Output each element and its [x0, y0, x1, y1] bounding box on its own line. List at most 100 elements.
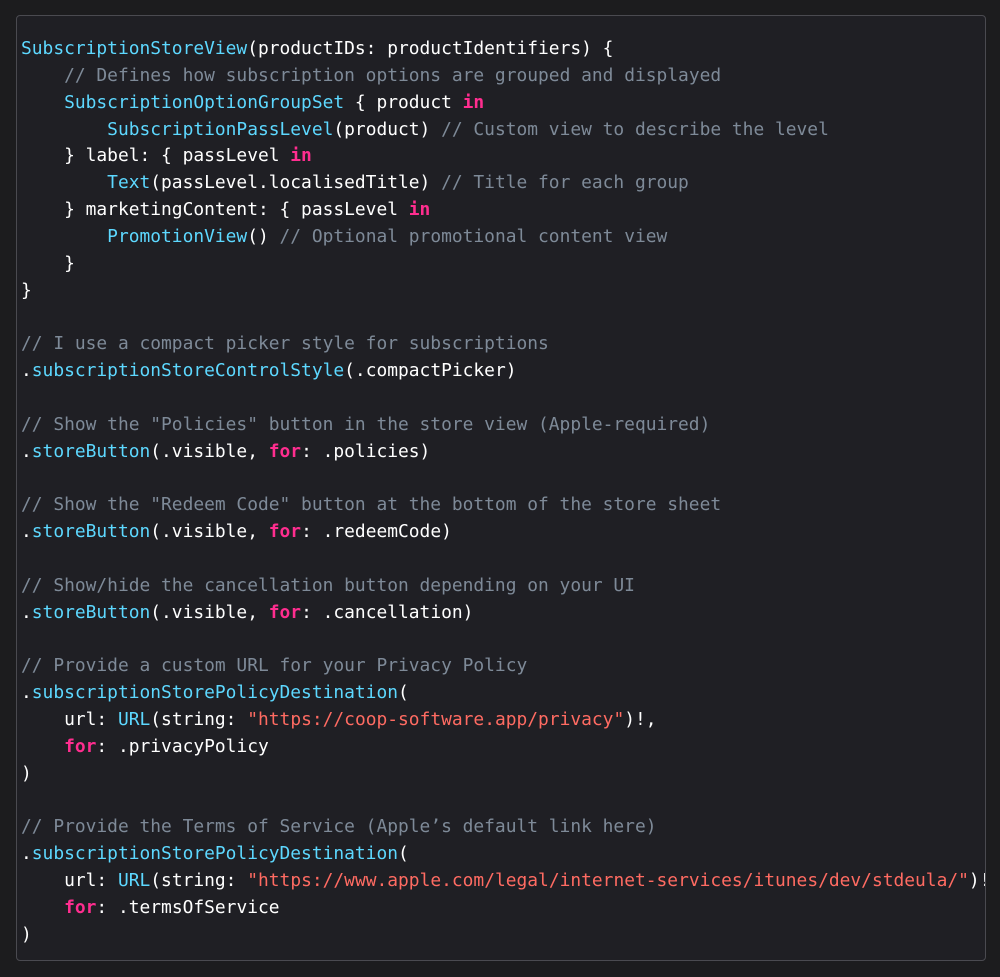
code-line: // Show the "Policies" button in the sto…: [21, 412, 985, 439]
code-text-segment: (.compactPicker): [344, 360, 517, 382]
function-name: subscriptionStoreControlStyle: [31, 360, 345, 382]
comment: // I use a compact picker style for subs…: [21, 333, 549, 355]
keyword: for: [268, 601, 302, 623]
code-text-segment: [21, 736, 64, 757]
code-text-segment: : .redeemCode): [301, 521, 452, 543]
code-text-segment: (: [398, 843, 409, 865]
code-line: for: .termsOfService: [21, 895, 985, 922]
code-line: // Provide the Terms of Service (Apple’s…: [21, 814, 985, 841]
code-text-segment: ): [21, 762, 32, 784]
code-text-segment: } marketingContent: { passLevel: [21, 199, 409, 221]
code-text-segment: : .privacyPolicy: [96, 735, 269, 757]
function-name: storeButton: [31, 601, 151, 623]
code-text-segment: [21, 92, 64, 113]
code-text-segment: url:: [21, 870, 118, 892]
function-name: subscriptionStorePolicyDestination: [31, 682, 398, 704]
type-name: URL: [117, 709, 151, 731]
type-name: SubscriptionPassLevel: [107, 118, 334, 140]
code-line: url: URL(string: "https://www.apple.com/…: [21, 868, 985, 895]
code-line: } marketingContent: { passLevel in: [21, 197, 985, 224]
function-name: storeButton: [31, 521, 151, 543]
code-text-segment: [21, 119, 107, 140]
code-text-segment: [21, 897, 64, 918]
comment: // Show the "Policies" button in the sto…: [21, 413, 711, 435]
function-name: subscriptionStorePolicyDestination: [31, 843, 398, 865]
comment: // Custom view to describe the level: [441, 118, 829, 140]
code-line: // Show the "Redeem Code" button at the …: [21, 492, 985, 519]
code-block: SubscriptionStoreView(productIDs: produc…: [16, 15, 986, 961]
comment: // Show the "Redeem Code" button at the …: [21, 494, 722, 516]
code-text-segment: : .termsOfService: [96, 897, 280, 918]
type-name: SubscriptionStoreView: [21, 38, 248, 59]
code-text-segment: ): [21, 923, 32, 945]
code-text-segment: (): [247, 225, 280, 247]
code-line: ): [21, 761, 985, 788]
code-text-segment: .: [21, 440, 32, 462]
comment: // Optional promotional content view: [279, 225, 668, 247]
code-text-segment: [21, 226, 107, 247]
code-text-segment: (string:: [150, 709, 248, 731]
keyword: for: [64, 897, 97, 918]
code-line: ): [21, 922, 985, 949]
keyword: for: [268, 440, 302, 462]
code-text-segment: (product): [333, 118, 442, 140]
code-text-segment: )!: [968, 870, 985, 892]
string-literal: "https://www.apple.com/legal/internet-se…: [247, 870, 969, 892]
code-line: .subscriptionStorePolicyDestination(: [21, 841, 985, 868]
code-text: SubscriptionStoreView(productIDs: produc…: [21, 36, 985, 949]
type-name: Text: [107, 172, 151, 194]
code-line: // Show/hide the cancellation button dep…: [21, 573, 985, 600]
keyword: in: [408, 199, 431, 221]
code-line: SubscriptionPassLevel(product) // Custom…: [21, 117, 985, 144]
code-line: // Provide a custom URL for your Privacy…: [21, 653, 985, 680]
code-line: .subscriptionStorePolicyDestination(: [21, 680, 985, 707]
keyword: for: [268, 521, 302, 543]
code-text-segment: }: [21, 252, 75, 274]
comment: // Provide the Terms of Service (Apple’s…: [21, 816, 657, 838]
code-line: .storeButton(.visible, for: .policies): [21, 439, 985, 466]
code-text-segment: [21, 172, 107, 193]
code-line: Text(passLevel.localisedTitle) // Title …: [21, 170, 985, 197]
code-line: }: [21, 251, 985, 278]
code-text-segment: (.visible,: [150, 601, 269, 623]
code-text-segment: : .cancellation): [301, 601, 474, 623]
keyword: in: [290, 145, 312, 167]
code-text-segment: .: [21, 682, 32, 704]
code-text-segment: (passLevel.localisedTitle): [150, 172, 442, 194]
keyword: for: [64, 735, 97, 757]
comment: // Title for each group: [441, 172, 689, 194]
code-line: url: URL(string: "https://coop-software.…: [21, 707, 985, 734]
type-name: URL: [117, 870, 151, 892]
code-line: .subscriptionStoreControlStyle(.compactP…: [21, 358, 985, 385]
string-literal: "https://coop-software.app/privacy": [247, 709, 625, 731]
keyword: in: [462, 91, 485, 113]
code-text-segment: { product: [344, 91, 463, 113]
code-line: // Defines how subscription options are …: [21, 63, 985, 90]
code-text-segment: (: [398, 682, 409, 704]
code-text-segment: .: [21, 601, 32, 623]
code-line: } label: { passLevel in: [21, 143, 985, 170]
code-text-segment: url:: [21, 709, 118, 731]
code-line: // I use a compact picker style for subs…: [21, 331, 985, 358]
code-text-segment: : .policies): [301, 440, 431, 462]
type-name: SubscriptionOptionGroupSet: [64, 91, 345, 113]
code-text-segment: (.visible,: [150, 440, 269, 462]
code-line: for: .privacyPolicy: [21, 734, 985, 761]
code-line: .storeButton(.visible, for: .redeemCode): [21, 519, 985, 546]
code-text-segment: (string:: [150, 870, 248, 892]
code-text-segment: .: [21, 360, 32, 382]
code-text-segment: } label: { passLevel: [21, 145, 291, 167]
function-name: storeButton: [31, 440, 151, 462]
code-line: }: [21, 278, 985, 305]
code-text-segment: .: [21, 843, 32, 865]
type-name: PromotionView: [107, 225, 248, 247]
code-text-segment: }: [21, 279, 32, 301]
code-text-segment: )!,: [624, 709, 657, 731]
comment: // Provide a custom URL for your Privacy…: [21, 655, 528, 677]
comment: // Defines how subscription options are …: [64, 64, 722, 86]
